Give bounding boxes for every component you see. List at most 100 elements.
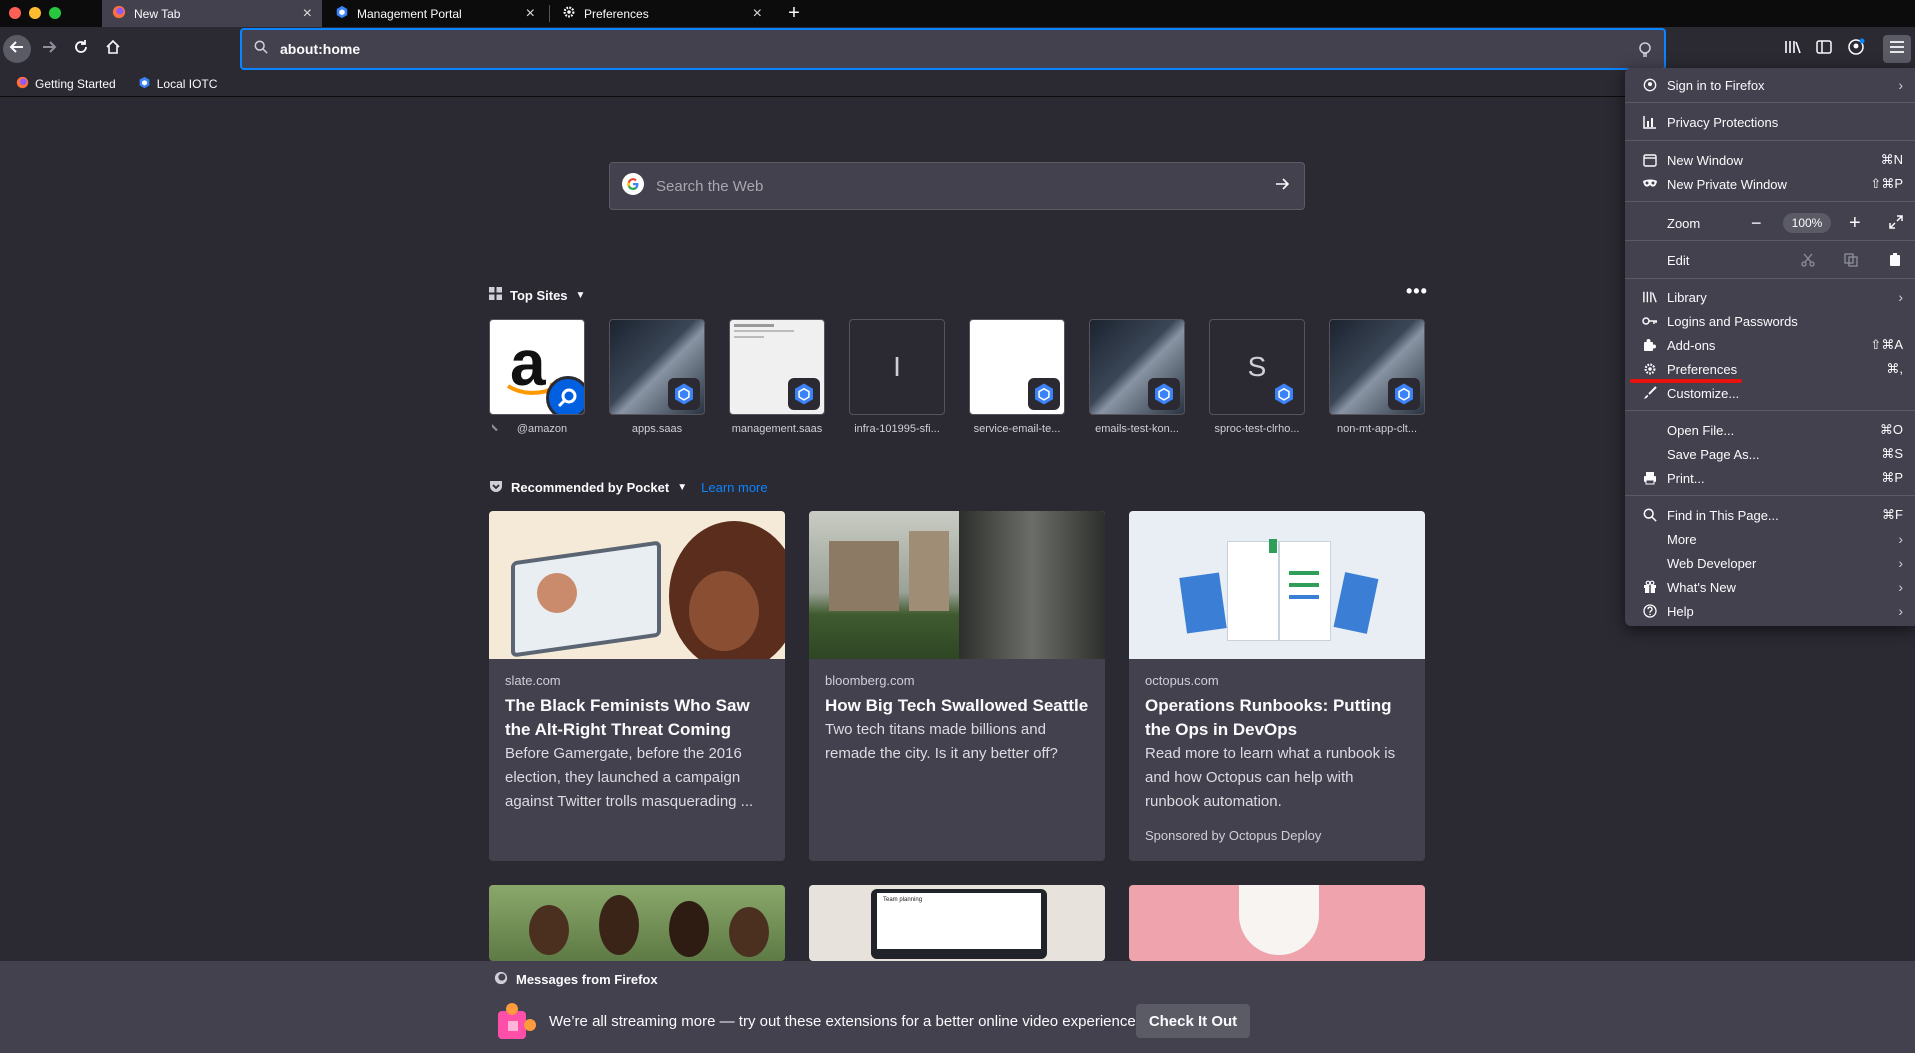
firefox-icon	[494, 971, 508, 988]
top-site-tile[interactable]: service-email-te...	[969, 319, 1065, 435]
top-site-letter: S	[1247, 351, 1267, 382]
zoom-out-button[interactable]: −	[1751, 213, 1762, 234]
reload-button[interactable]	[67, 35, 95, 63]
menu-item-label: Help	[1667, 603, 1694, 619]
bookmark-local-iotc[interactable]: Local IOTC	[132, 76, 218, 92]
menu-item-label: What's New	[1667, 579, 1736, 595]
menu-shortcut: ⌘N	[1880, 152, 1903, 167]
bookmark-getting-started[interactable]: Getting Started	[10, 76, 116, 92]
menu-item-label: Preferences	[1667, 361, 1738, 377]
chart-icon	[1642, 114, 1658, 130]
learn-more-link[interactable]: Learn more	[701, 480, 767, 495]
tab-preferences[interactable]: Preferences ×	[552, 0, 772, 27]
menu-shortcut: ⇧⌘P	[1870, 176, 1903, 191]
top-site-tile[interactable]: apps.saas	[609, 319, 705, 435]
menu-item-privacy-protections[interactable]: Privacy Protections	[1625, 110, 1915, 134]
menu-shortcut: ⌘,	[1886, 361, 1903, 376]
key-icon	[1642, 313, 1658, 329]
sidebar-button[interactable]	[1810, 35, 1838, 63]
menu-item-customize[interactable]: Customize...	[1625, 381, 1915, 405]
chevron-down-icon: ▼	[677, 482, 688, 493]
menu-item-label: Sign in to Firefox	[1667, 77, 1765, 93]
story-card[interactable]: slate.com The Black Feminists Who Saw th…	[489, 511, 785, 861]
top-sites-header[interactable]: Top Sites ▼	[489, 287, 585, 303]
more-options-icon[interactable]: •••	[1406, 281, 1428, 302]
top-site-tile[interactable]: management.saas	[729, 319, 825, 435]
google-icon	[622, 172, 644, 200]
story-image: Team planning	[809, 885, 1105, 961]
forward-button[interactable]	[35, 35, 63, 63]
firefox-icon	[112, 5, 126, 22]
menu-item-whats-new[interactable]: What's New ›	[1625, 575, 1915, 599]
fullscreen-icon[interactable]	[1889, 215, 1903, 232]
app-menu-panel: Sign in to Firefox › Privacy Protections…	[1625, 68, 1915, 626]
top-site-tile[interactable]: a @amazon	[489, 319, 585, 436]
menu-item-new-window[interactable]: New Window ⌘N	[1625, 148, 1915, 172]
menu-item-preferences[interactable]: Preferences ⌘,	[1625, 357, 1915, 381]
maximize-window-button[interactable]	[49, 7, 61, 19]
menu-item-label: Open File...	[1667, 422, 1735, 438]
gear-icon	[562, 5, 576, 22]
menu-item-edit: Edit	[1625, 246, 1915, 274]
menu-item-new-private-window[interactable]: New Private Window ⇧⌘P	[1625, 172, 1915, 196]
menu-item-web-developer[interactable]: Web Developer ›	[1625, 551, 1915, 575]
top-site-letter: I	[893, 351, 901, 382]
library-button[interactable]	[1779, 35, 1807, 63]
paste-icon[interactable]	[1889, 253, 1901, 270]
top-site-tile[interactable]: non-mt-app-clt...	[1329, 319, 1425, 435]
tab-label: Preferences	[584, 6, 649, 21]
account-button[interactable]	[1842, 35, 1870, 63]
app-menu-button[interactable]	[1883, 35, 1911, 63]
new-tab-button[interactable]: +	[780, 0, 808, 27]
tab-label: New Tab	[134, 6, 181, 21]
check-it-out-button[interactable]: Check It Out	[1136, 1004, 1250, 1038]
top-site-tile[interactable]: emails-test-kon...	[1089, 319, 1185, 435]
top-site-label: management.saas	[731, 423, 823, 435]
address-bar[interactable]: about:home	[240, 28, 1666, 70]
top-site-label: sproc-test-clrho...	[1214, 423, 1300, 435]
story-card[interactable]	[1129, 885, 1425, 961]
zoom-in-button[interactable]: +	[1849, 212, 1861, 235]
minimize-window-button[interactable]	[29, 7, 41, 19]
close-window-button[interactable]	[9, 7, 21, 19]
menu-item-find[interactable]: Find in This Page... ⌘F	[1625, 503, 1915, 527]
hexagon-icon	[788, 378, 820, 410]
story-card[interactable]	[489, 885, 785, 961]
tab-management-portal[interactable]: Management Portal ×	[325, 0, 545, 27]
menu-item-help[interactable]: Help ›	[1625, 599, 1915, 623]
story-card[interactable]: bloomberg.com How Big Tech Swallowed Sea…	[809, 511, 1105, 861]
menu-item-logins[interactable]: Logins and Passwords	[1625, 309, 1915, 333]
back-arrow-icon	[9, 39, 25, 60]
menu-item-zoom: Zoom − 100% +	[1625, 209, 1915, 237]
close-tab-icon[interactable]: ×	[303, 5, 312, 23]
menu-item-open-file[interactable]: Open File... ⌘O	[1625, 418, 1915, 442]
copy-icon[interactable]	[1844, 253, 1858, 270]
menu-item-library[interactable]: Library ›	[1625, 285, 1915, 309]
zoom-reset-button[interactable]: 100%	[1783, 213, 1831, 233]
top-site-tile[interactable]: I infra-101995-sfi...	[849, 319, 945, 435]
back-button[interactable]	[3, 35, 31, 63]
menu-item-print[interactable]: Print... ⌘P	[1625, 466, 1915, 490]
bookmark-label: Local IOTC	[156, 76, 218, 91]
close-tab-icon[interactable]: ×	[526, 5, 535, 23]
menu-item-more[interactable]: More ›	[1625, 527, 1915, 551]
menu-item-save-page[interactable]: Save Page As... ⌘S	[1625, 442, 1915, 466]
web-search-box[interactable]: Search the Web	[609, 162, 1305, 210]
arrow-right-icon[interactable]	[1274, 176, 1290, 197]
story-card[interactable]: octopus.com Operations Runbooks: Putting…	[1129, 511, 1425, 861]
story-image	[489, 511, 785, 659]
top-site-tile[interactable]: S sproc-test-clrho...	[1209, 319, 1305, 435]
tab-new-tab[interactable]: New Tab ×	[102, 0, 322, 27]
menu-item-sign-in[interactable]: Sign in to Firefox ›	[1625, 73, 1915, 97]
menu-item-addons[interactable]: Add-ons ⇧⌘A	[1625, 333, 1915, 357]
cut-icon[interactable]	[1801, 253, 1815, 270]
story-image	[489, 885, 785, 961]
close-tab-icon[interactable]: ×	[753, 5, 762, 23]
lightbulb-icon[interactable]	[1638, 42, 1652, 63]
gear-icon	[1642, 361, 1658, 377]
pocket-header[interactable]: Recommended by Pocket ▼ Learn more	[489, 479, 768, 496]
top-site-label: infra-101995-sfi...	[854, 423, 940, 435]
top-site-label: apps.saas	[631, 423, 683, 435]
home-button[interactable]	[99, 35, 127, 63]
story-card[interactable]: Team planning	[809, 885, 1105, 961]
